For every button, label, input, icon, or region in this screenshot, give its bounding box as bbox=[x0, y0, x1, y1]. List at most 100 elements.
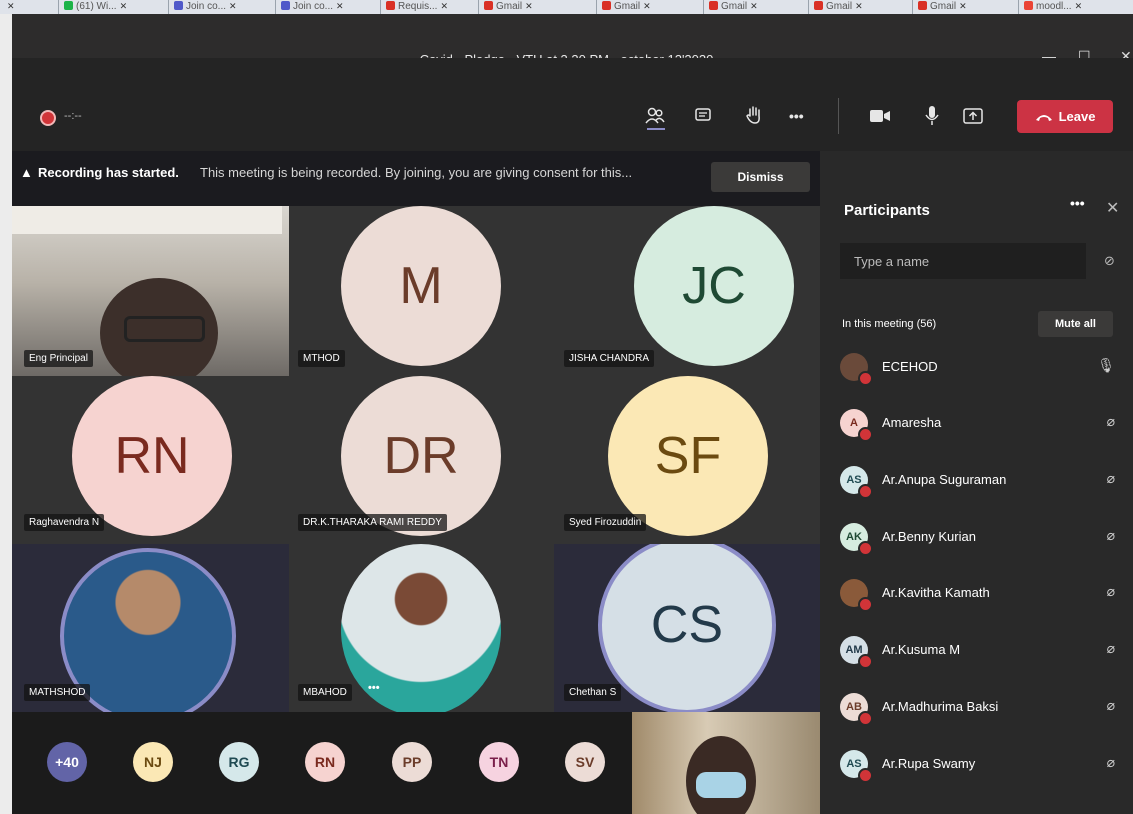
avatar: SF bbox=[608, 376, 768, 536]
presence-busy-icon bbox=[858, 597, 873, 612]
avatar[interactable]: SV bbox=[565, 742, 605, 782]
participant-row[interactable]: AB Ar.Madhurima Baksi ⌀ bbox=[836, 689, 1121, 729]
face-mask bbox=[696, 772, 746, 798]
browser-tab[interactable]: Gmail ✕ bbox=[598, 0, 651, 14]
participant-row[interactable]: AM Ar.Kusuma M ⌀ bbox=[836, 632, 1121, 672]
tab-label: Gmail bbox=[496, 1, 523, 12]
meeting-section-label[interactable]: In this meeting (56) bbox=[842, 318, 936, 330]
chat-icon[interactable] bbox=[695, 108, 711, 124]
avatar[interactable]: RG bbox=[219, 742, 259, 782]
avatar[interactable]: TN bbox=[479, 742, 519, 782]
avatar[interactable]: NJ bbox=[133, 742, 173, 782]
presence-busy-icon bbox=[858, 541, 873, 556]
teams-icon bbox=[174, 1, 183, 10]
participant-name-label: MBAHOD bbox=[298, 684, 352, 701]
leave-button[interactable]: Leave bbox=[1017, 100, 1113, 133]
self-video[interactable] bbox=[632, 712, 820, 814]
participant-name-label: JISHA CHANDRA bbox=[564, 350, 655, 367]
participant-name: Amaresha bbox=[882, 415, 942, 430]
left-edge bbox=[0, 14, 12, 814]
presence-busy-icon bbox=[858, 427, 873, 442]
browser-tab[interactable]: Join co... ✕ bbox=[277, 0, 344, 14]
tab-label: Gmail bbox=[930, 1, 957, 12]
dismiss-button[interactable]: Dismiss bbox=[711, 162, 810, 192]
google-icon bbox=[1024, 1, 1033, 10]
mic-muted-icon: ⌀ bbox=[1106, 413, 1115, 429]
browser-tab[interactable]: Gmail ✕ bbox=[810, 0, 863, 14]
ceiling bbox=[12, 206, 282, 234]
mic-muted-icon: ⌀ bbox=[1106, 527, 1115, 543]
panel-title: Participants bbox=[844, 202, 930, 219]
participant-row[interactable]: A Amaresha ⌀ bbox=[836, 405, 1121, 445]
recording-indicator-icon bbox=[40, 110, 56, 126]
tab-divider bbox=[1018, 0, 1019, 14]
browser-tab[interactable]: Join co... ✕ bbox=[170, 0, 237, 14]
share-screen-icon[interactable] bbox=[963, 106, 983, 126]
participant-row[interactable]: Ar.Kavitha Kamath ⌀ bbox=[836, 575, 1121, 615]
gmail-icon bbox=[484, 1, 493, 10]
search-participants-input[interactable] bbox=[840, 243, 1086, 279]
participant-photo bbox=[341, 544, 501, 712]
mic-muted-icon: ⌀ bbox=[1106, 697, 1115, 713]
tab-divider bbox=[275, 0, 276, 14]
tab-label: Gmail bbox=[614, 1, 641, 12]
participant-row[interactable]: AS Ar.Rupa Swamy ⌀ bbox=[836, 746, 1121, 786]
avatar[interactable]: PP bbox=[392, 742, 432, 782]
participant-name-label: MTHOD bbox=[298, 350, 345, 367]
participant-row[interactable]: AK Ar.Benny Kurian ⌀ bbox=[836, 519, 1121, 559]
participant-row[interactable]: ECEHOD 🎙 bbox=[836, 349, 1121, 389]
participant-name: Ar.Anupa Suguraman bbox=[882, 472, 1007, 487]
tile-more-icon[interactable]: ••• bbox=[368, 682, 380, 694]
presence-busy-icon bbox=[858, 484, 873, 499]
participant-name: Ar.Kavitha Kamath bbox=[882, 585, 990, 600]
more-options-icon[interactable]: ••• bbox=[789, 108, 804, 124]
avatar: RN bbox=[72, 376, 232, 536]
browser-tab[interactable]: ✕ bbox=[4, 0, 15, 14]
browser-tab[interactable]: Gmail ✕ bbox=[705, 0, 758, 14]
participant-row[interactable]: AS Ar.Anupa Suguraman ⌀ bbox=[836, 462, 1121, 502]
tab-label: Gmail bbox=[826, 1, 853, 12]
camera-icon[interactable] bbox=[869, 109, 891, 123]
tab-divider bbox=[703, 0, 704, 14]
browser-tab[interactable]: (61) Wi... ✕ bbox=[60, 0, 127, 14]
mic-muted-icon: ⌀ bbox=[1106, 470, 1115, 486]
warning-icon: ▲ bbox=[20, 165, 33, 180]
browser-tab[interactable]: Gmail ✕ bbox=[480, 0, 533, 14]
participant-name-label: Raghavendra N bbox=[24, 514, 105, 531]
panel-more-icon[interactable]: ••• bbox=[1070, 195, 1085, 211]
copy-link-icon[interactable]: ⊘ bbox=[1104, 253, 1115, 269]
tab-divider bbox=[168, 0, 169, 14]
more-participants-button[interactable]: +40 bbox=[47, 742, 87, 782]
presence-busy-icon bbox=[858, 711, 873, 726]
participant-name-label: DR.K.THARAKA RAMI REDDY bbox=[298, 514, 447, 531]
tab-divider bbox=[912, 0, 913, 14]
participant-name-label: Syed Firozuddin bbox=[564, 514, 647, 531]
tab-label: Gmail bbox=[721, 1, 748, 12]
presence-busy-icon bbox=[858, 768, 873, 783]
gmail-icon bbox=[814, 1, 823, 10]
teams-icon bbox=[281, 1, 290, 10]
browser-tab-strip: ✕ (61) Wi... ✕ Join co... ✕ Join co... ✕ Re… bbox=[0, 0, 1133, 14]
participant-name: Ar.Madhurima Baksi bbox=[882, 699, 999, 714]
avatar: M bbox=[341, 206, 501, 366]
gmail-icon bbox=[709, 1, 718, 10]
participants-icon[interactable] bbox=[645, 106, 665, 126]
participant-name: Ar.Rupa Swamy bbox=[882, 756, 976, 771]
browser-tab[interactable]: moodl... ✕ bbox=[1020, 0, 1082, 14]
tab-divider bbox=[596, 0, 597, 14]
browser-tab[interactable]: Gmail ✕ bbox=[914, 0, 967, 14]
participant-name-label: Chethan S bbox=[564, 684, 622, 701]
mic-muted-icon: ⌀ bbox=[1106, 583, 1115, 599]
gmail-icon bbox=[918, 1, 927, 10]
panel-close-icon[interactable]: ✕ bbox=[1106, 198, 1119, 218]
mute-all-button[interactable]: Mute all bbox=[1038, 311, 1113, 337]
raise-hand-icon[interactable] bbox=[745, 105, 763, 125]
mic-icon[interactable] bbox=[925, 105, 939, 127]
avatar: DR bbox=[341, 376, 501, 536]
leave-label: Leave bbox=[1058, 109, 1096, 124]
mic-muted-icon: ⌀ bbox=[1106, 640, 1115, 656]
browser-tab[interactable]: Requis... ✕ bbox=[382, 0, 448, 14]
phone-hangup-icon bbox=[1035, 114, 1052, 121]
tab-label: moodl... bbox=[1036, 1, 1072, 12]
avatar[interactable]: RN bbox=[305, 742, 345, 782]
